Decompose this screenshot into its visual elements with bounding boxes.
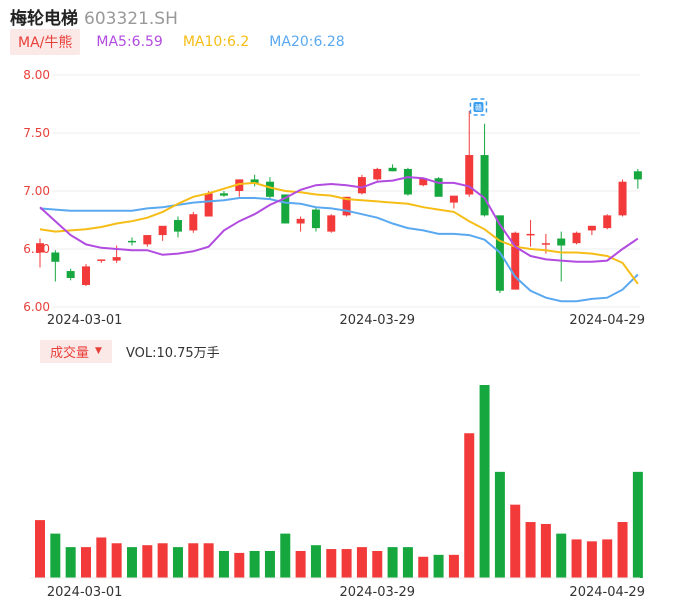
- candle-body: [66, 271, 75, 278]
- volume-bar: [326, 549, 337, 578]
- volume-bar: [280, 533, 291, 578]
- volume-bar: [249, 550, 260, 578]
- volume-bar: [126, 547, 137, 578]
- candle-body: [173, 220, 182, 232]
- volume-bar: [586, 541, 597, 578]
- candle-body: [618, 181, 627, 216]
- date-tick-label: 2024-04-29: [569, 585, 645, 600]
- volume-bar: [617, 522, 628, 578]
- candle-body: [36, 243, 44, 253]
- volume-bar: [402, 547, 413, 578]
- volume-bar: [96, 537, 107, 578]
- price-tick-label: 7.00: [23, 184, 50, 198]
- candle-body: [143, 235, 152, 245]
- date-tick-label: 2024-03-01: [47, 313, 123, 328]
- ma10-line: [39, 181, 639, 285]
- date-tick-label: 2024-04-29: [569, 313, 645, 328]
- volume-bar: [218, 550, 229, 578]
- volume-bar: [494, 471, 505, 578]
- volume-bar: [234, 552, 245, 578]
- candle-body: [557, 238, 566, 246]
- price-tick-label: 8.00: [23, 68, 50, 82]
- volume-bar: [203, 543, 214, 578]
- candle-body: [189, 214, 198, 231]
- volume-bar: [80, 547, 91, 578]
- candle-body: [633, 171, 642, 180]
- date-tick-label: 2024-03-29: [339, 585, 415, 600]
- volume-bar: [418, 556, 429, 578]
- candle-body: [480, 155, 489, 216]
- candle-body: [97, 259, 106, 261]
- volume-bar: [35, 520, 45, 578]
- volume-bar: [50, 533, 61, 578]
- candle-body: [158, 225, 167, 236]
- candlestick-chart: 8.007.507.006.506.002024-03-012024-03-01…: [23, 68, 645, 600]
- candle-body: [572, 232, 581, 244]
- volume-bar: [571, 539, 582, 578]
- volume-bar: [65, 547, 76, 578]
- volume-bar: [540, 523, 551, 578]
- candle-body: [296, 218, 305, 224]
- volume-bar: [602, 539, 613, 578]
- volume-bar: [556, 533, 567, 578]
- volume-bar: [510, 504, 521, 578]
- volume-bar: [632, 471, 643, 578]
- volume-bar: [157, 543, 168, 578]
- candle-body: [373, 168, 382, 180]
- volume-bar: [433, 554, 444, 578]
- candle-body: [357, 177, 366, 194]
- candle-body: [265, 181, 274, 197]
- volume-bar: [295, 550, 306, 578]
- volume-bar: [142, 545, 153, 578]
- volume-bar: [372, 550, 383, 578]
- candle-body: [327, 215, 336, 232]
- volume-bar: [111, 543, 122, 578]
- volume-bar: [341, 549, 352, 578]
- candle-body: [587, 225, 596, 231]
- candle-body: [81, 266, 90, 285]
- candle-body: [403, 168, 412, 195]
- candle-body: [112, 257, 121, 261]
- volume-bar: [188, 543, 199, 578]
- candle-body: [541, 243, 550, 245]
- date-tick-label: 2024-03-01: [47, 585, 123, 600]
- candle-body: [603, 215, 612, 229]
- volume-bar: [448, 554, 459, 578]
- candle-body: [449, 195, 458, 203]
- volume-bar: [172, 547, 183, 578]
- volume-bar: [464, 433, 475, 578]
- volume-bar: [356, 547, 367, 578]
- volume-bar: [264, 550, 275, 578]
- badge-icon-label: 赣: [475, 103, 482, 112]
- volume-bar: [479, 385, 490, 578]
- candle-body: [204, 193, 213, 217]
- candle-body: [526, 233, 535, 236]
- price-tick-label: 6.00: [23, 300, 50, 314]
- candle-body: [127, 240, 136, 243]
- volume-bar: [387, 547, 398, 578]
- candle-body: [51, 252, 60, 262]
- volume-bar: [525, 522, 536, 578]
- volume-bar: [310, 545, 321, 578]
- price-tick-label: 7.50: [23, 126, 50, 140]
- date-tick-label: 2024-03-29: [339, 313, 415, 328]
- candle-body: [388, 167, 397, 172]
- candle-body: [311, 209, 320, 229]
- candle-body: [219, 193, 228, 196]
